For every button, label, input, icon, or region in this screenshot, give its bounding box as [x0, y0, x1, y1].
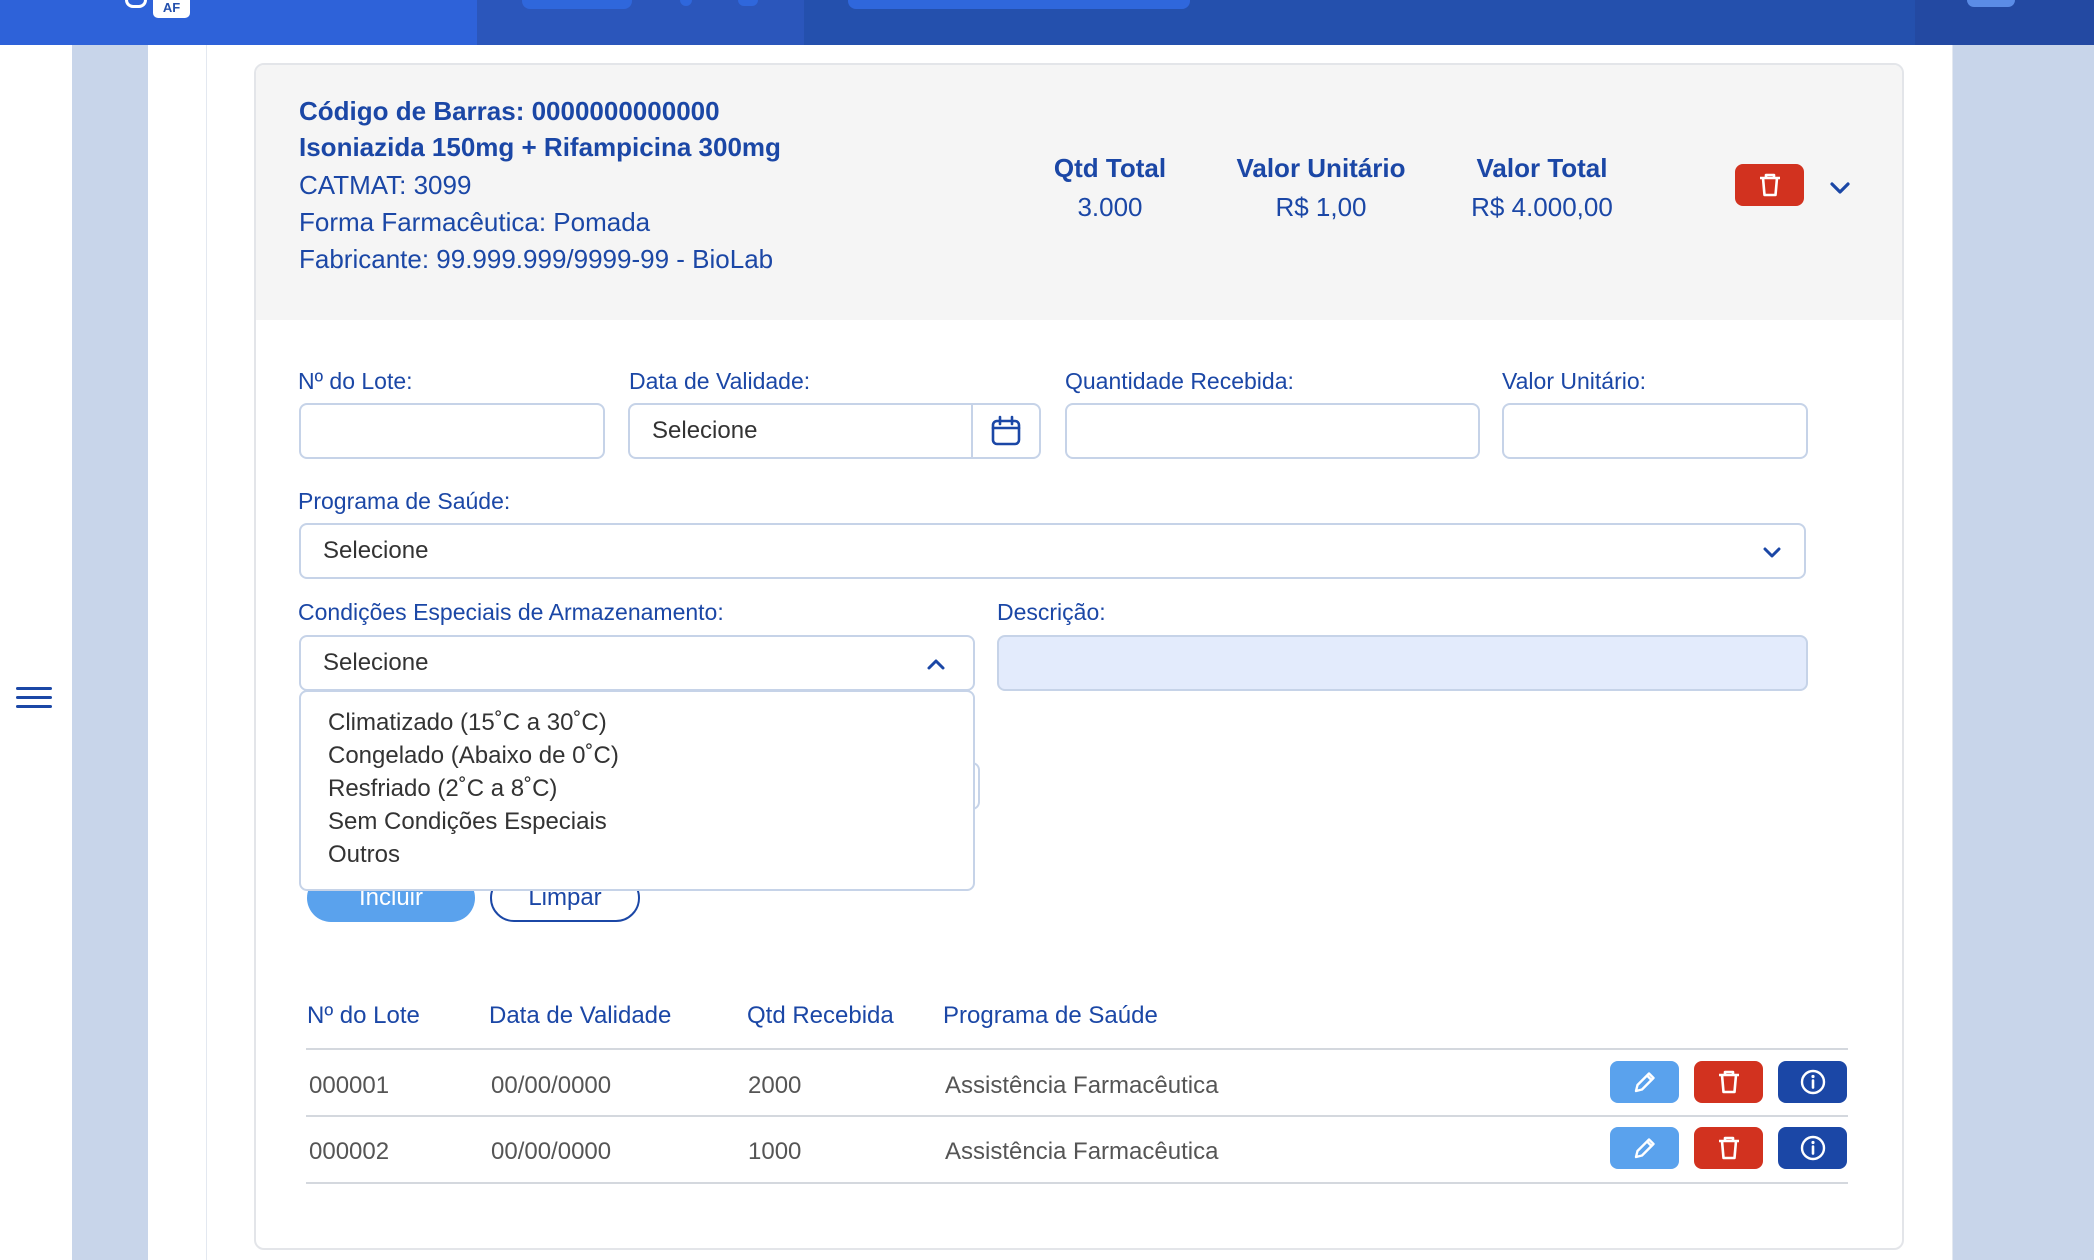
row2-validade: 00/00/0000	[491, 1138, 612, 1165]
row1-qtd: 2000	[748, 1072, 802, 1099]
valor-unitario-input[interactable]	[1502, 403, 1808, 459]
condicoes-option[interactable]: Congelado (Abaixo de 0˚C)	[301, 739, 973, 772]
table-header-lote: Nº do Lote	[307, 1002, 420, 1029]
programa-label: Programa de Saúde:	[298, 488, 511, 514]
stat-valor-unitario-value: R$ 1,00	[1275, 192, 1367, 222]
product-manufacturer: Fabricante: 99.999.999/9999-99 - BioLab	[299, 244, 774, 274]
stat-valor-total-value: R$ 4.000,00	[1471, 192, 1613, 222]
content-divider-left	[206, 45, 207, 1260]
table-divider	[306, 1115, 1848, 1117]
delete-product-button[interactable]	[1735, 164, 1804, 206]
pencil-icon	[1634, 1072, 1655, 1093]
table-header-validade: Data de Validade	[489, 1002, 672, 1029]
edit-row-button[interactable]	[1610, 1127, 1679, 1169]
calendar-button[interactable]	[971, 405, 1039, 457]
delete-row-button[interactable]	[1694, 1127, 1763, 1169]
info-row-button[interactable]	[1778, 1127, 1847, 1169]
edit-row-button[interactable]	[1610, 1061, 1679, 1103]
calendar-icon	[991, 415, 1021, 446]
top-app-bar: AF	[0, 0, 2094, 45]
stat-valor-unitario: Valor Unitário R$ 1,00	[1221, 153, 1421, 223]
condicoes-select[interactable]: Selecione	[299, 635, 975, 691]
condicoes-option[interactable]: Sem Condições Especiais	[301, 805, 973, 838]
condicoes-option[interactable]: Climatizado (15˚C a 30˚C)	[301, 706, 973, 739]
row2-lote: 000002	[309, 1138, 390, 1165]
top-search-input[interactable]	[848, 0, 1190, 9]
pencil-icon	[1634, 1138, 1655, 1159]
table-header-qtd: Qtd Recebida	[747, 1002, 894, 1029]
lote-input[interactable]	[299, 403, 605, 459]
logo-badge: AF	[153, 0, 190, 18]
content-divider-right	[1952, 45, 1953, 1260]
stat-valor-total: Valor Total R$ 4.000,00	[1442, 153, 1642, 223]
avatar[interactable]	[1967, 0, 2015, 7]
quantidade-input[interactable]	[1065, 403, 1480, 459]
row1-programa: Assistência Farmacêutica	[945, 1072, 1219, 1099]
chevron-down-icon	[1763, 547, 1781, 558]
row1-lote: 000001	[309, 1072, 390, 1099]
condicoes-option[interactable]: Resfriado (2˚C a 8˚C)	[301, 772, 973, 805]
row2-programa: Assistência Farmacêutica	[945, 1138, 1219, 1165]
trash-icon	[1759, 173, 1780, 197]
info-icon	[1800, 1135, 1825, 1161]
stat-qtd-total-label: Qtd Total	[1053, 153, 1167, 183]
product-card-header: Código de Barras: 0000000000000 Isoniazi…	[256, 65, 1902, 320]
validade-label: Data de Validade:	[629, 368, 811, 394]
programa-select[interactable]: Selecione	[299, 523, 1806, 579]
trash-icon	[1718, 1070, 1739, 1094]
stat-valor-total-label: Valor Total	[1476, 153, 1608, 183]
condicoes-value: Selecione	[323, 649, 429, 676]
delete-row-button[interactable]	[1694, 1061, 1763, 1103]
programa-value: Selecione	[323, 537, 429, 564]
collapse-card-button[interactable]	[1825, 173, 1855, 203]
condicoes-option[interactable]: Outros	[301, 838, 973, 871]
valor-unitario-label: Valor Unitário:	[1502, 368, 1647, 394]
row2-qtd: 1000	[748, 1138, 802, 1165]
top-nav-tab[interactable]	[522, 0, 632, 9]
product-form: Forma Farmacêutica: Pomada	[299, 207, 651, 237]
descricao-input[interactable]	[997, 635, 1808, 691]
condicoes-dropdown: Climatizado (15˚C a 30˚C) Congelado (Aba…	[299, 690, 975, 891]
info-row-button[interactable]	[1778, 1061, 1847, 1103]
info-icon	[1800, 1069, 1825, 1095]
chevron-down-icon	[1830, 182, 1850, 194]
notification-icon[interactable]	[738, 0, 758, 6]
product-catmat: CATMAT: 3099	[299, 170, 472, 200]
quantidade-label: Quantidade Recebida:	[1065, 368, 1294, 394]
stat-qtd-total: Qtd Total 3.000	[1040, 153, 1180, 223]
menu-icon[interactable]	[16, 687, 52, 715]
row1-validade: 00/00/0000	[491, 1072, 612, 1099]
stat-qtd-total-value: 3.000	[1077, 192, 1143, 222]
condicoes-label: Condições Especiais de Armazenamento:	[298, 599, 724, 625]
chevron-up-icon	[927, 659, 945, 670]
product-barcode: Código de Barras: 0000000000000	[299, 96, 720, 126]
top-bar-brand-area	[0, 0, 477, 45]
trash-icon	[1718, 1136, 1739, 1160]
sidebar	[0, 45, 72, 1260]
table-header-programa: Programa de Saúde	[943, 1002, 1158, 1029]
stat-valor-unitario-label: Valor Unitário	[1236, 153, 1406, 183]
table-divider	[306, 1182, 1848, 1184]
lote-label: Nº do Lote:	[298, 368, 413, 394]
validade-value: Selecione	[652, 417, 758, 444]
validade-date-picker[interactable]: Selecione	[628, 403, 1041, 459]
descricao-label: Descrição:	[997, 599, 1106, 625]
product-name: Isoniazida 150mg + Rifampicina 300mg	[299, 132, 781, 162]
table-divider	[306, 1048, 1848, 1050]
